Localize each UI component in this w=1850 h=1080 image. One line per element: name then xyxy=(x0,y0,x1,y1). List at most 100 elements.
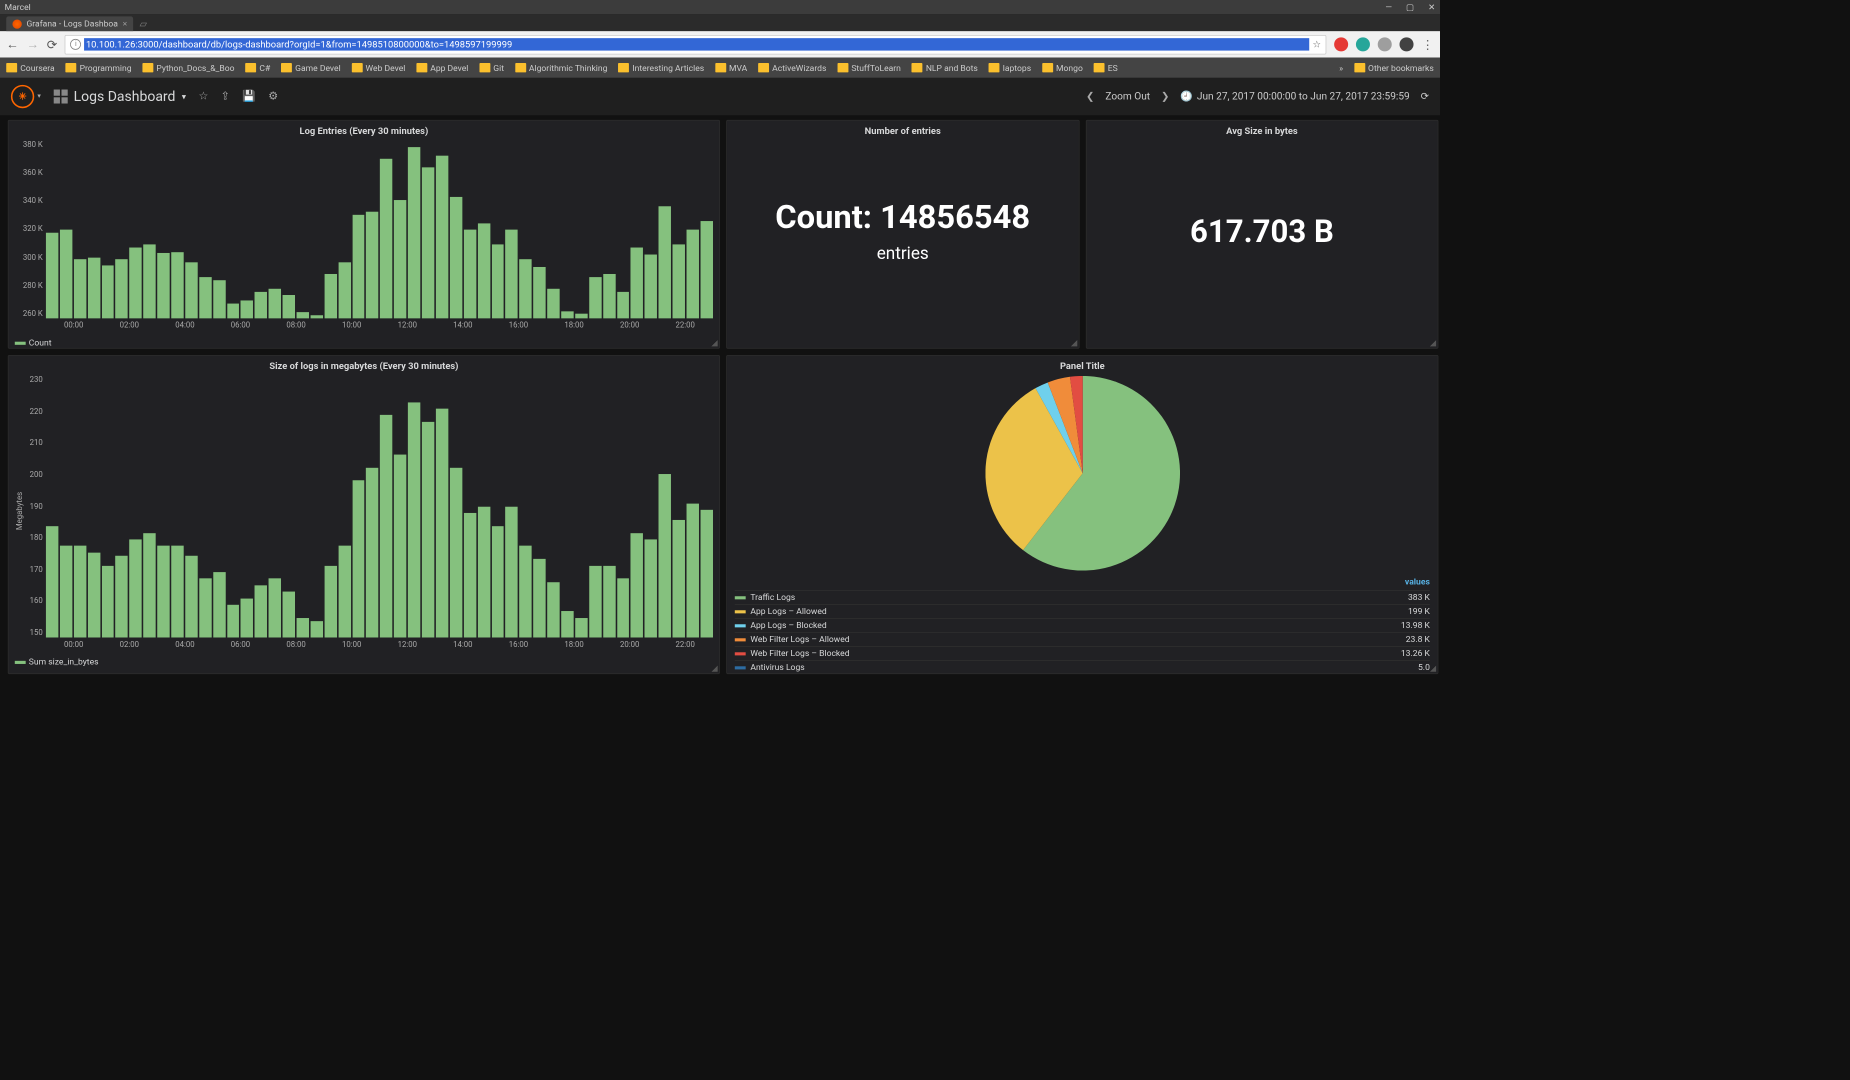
panel-size-of-logs[interactable]: Size of logs in megabytes (Every 30 minu… xyxy=(8,355,720,674)
bookmark-item[interactable]: Algorithmic Thinking xyxy=(515,63,607,73)
bookmark-item[interactable]: NLP and Bots xyxy=(912,63,978,73)
bar xyxy=(74,259,86,318)
pie-legend-row[interactable]: Traffic Logs383 K xyxy=(735,590,1430,604)
folder-icon xyxy=(6,63,17,72)
settings-button[interactable]: ⚙ xyxy=(268,90,278,102)
close-tab-icon[interactable]: × xyxy=(123,19,128,29)
resize-handle[interactable] xyxy=(1430,340,1436,346)
extension-icon[interactable] xyxy=(1334,37,1348,51)
bookmark-item[interactable]: MVA xyxy=(715,63,747,73)
grafana-favicon-icon xyxy=(12,19,21,28)
grafana-logo-icon[interactable]: ✳ xyxy=(11,85,34,108)
bookmark-item[interactable]: Game Devel xyxy=(281,63,340,73)
forward-button[interactable]: → xyxy=(26,37,38,53)
window-minimize-button[interactable]: — xyxy=(1385,2,1392,12)
bookmark-item[interactable]: Coursera xyxy=(6,63,54,73)
browser-tab[interactable]: Grafana - Logs Dashboa × xyxy=(6,16,133,31)
bar xyxy=(519,546,531,638)
stats-row: Number of entries Count: 14856548 entrie… xyxy=(726,120,1438,349)
bookmark-item[interactable]: Python_Docs_&_Boo xyxy=(142,63,234,73)
save-dashboard-button[interactable]: 💾 xyxy=(242,90,256,102)
bar xyxy=(199,579,211,638)
bar xyxy=(297,312,309,318)
pie-legend-row[interactable]: Web Filter Logs – Allowed23.8 K xyxy=(735,632,1430,646)
star-dashboard-button[interactable]: ☆ xyxy=(198,90,208,102)
folder-icon xyxy=(1042,63,1053,72)
bookmark-item[interactable]: StuffToLearn xyxy=(837,63,901,73)
bar xyxy=(687,503,699,637)
time-range-picker[interactable]: 🕘 Jun 27, 2017 00:00:00 to Jun 27, 2017 … xyxy=(1180,91,1409,103)
folder-icon xyxy=(66,63,77,72)
back-button[interactable]: ← xyxy=(6,37,18,53)
url-bar[interactable]: i 10.100.1.26:3000/dashboard/db/logs-das… xyxy=(65,35,1326,54)
bookmark-item[interactable]: ES xyxy=(1094,63,1118,73)
extension-icon[interactable] xyxy=(1400,37,1414,51)
bookmark-star-icon[interactable]: ☆ xyxy=(1313,39,1321,50)
dashboard-body: Log Entries (Every 30 minutes) 380 K360 … xyxy=(0,115,1440,679)
extension-icon[interactable] xyxy=(1356,37,1370,51)
zoom-out-button[interactable]: Zoom Out xyxy=(1105,91,1150,103)
dashboard-picker[interactable]: Logs Dashboard ▾ xyxy=(53,88,186,104)
bar xyxy=(547,582,559,638)
panel-pie[interactable]: Panel Title values Traffic Logs383 KApp … xyxy=(726,355,1438,674)
window-close-button[interactable]: ✕ xyxy=(1428,2,1435,12)
bookmark-item[interactable]: Mongo xyxy=(1042,63,1083,73)
bookmark-item[interactable]: C# xyxy=(245,63,270,73)
resize-handle[interactable] xyxy=(711,666,717,672)
bookmarks-overflow[interactable]: » xyxy=(1339,63,1343,73)
bar xyxy=(450,197,462,318)
bookmark-item[interactable]: Interesting Articles xyxy=(618,63,704,73)
bar xyxy=(46,526,58,637)
panel-log-entries[interactable]: Log Entries (Every 30 minutes) 380 K360 … xyxy=(8,120,720,349)
reload-button[interactable]: ⟳ xyxy=(47,37,57,52)
pie-legend-row[interactable]: Antivirus Logs5.0 xyxy=(735,660,1430,674)
bookmark-item[interactable]: App Devel xyxy=(416,63,468,73)
bookmark-item[interactable]: Web Devel xyxy=(352,63,406,73)
browser-menu-button[interactable]: ⋮ xyxy=(1421,37,1433,52)
bar xyxy=(102,566,114,638)
legend-name: Antivirus Logs xyxy=(750,662,804,672)
singlestat-value: Count: 14856548 xyxy=(775,198,1030,236)
panel-title: Log Entries (Every 30 minutes) xyxy=(9,125,720,136)
pie-legend-row[interactable]: App Logs – Blocked13.98 K xyxy=(735,618,1430,632)
bookmark-item[interactable]: ActiveWizards xyxy=(758,63,826,73)
time-range-text: Jun 27, 2017 00:00:00 to Jun 27, 2017 23… xyxy=(1197,91,1410,103)
bookmark-item[interactable]: Programming xyxy=(66,63,132,73)
bar xyxy=(617,579,629,638)
panel-title: Size of logs in megabytes (Every 30 minu… xyxy=(9,360,720,371)
bar xyxy=(129,247,141,318)
bar xyxy=(673,520,685,638)
bar xyxy=(241,301,253,319)
grafana-menu-dropdown[interactable]: ▾ xyxy=(37,93,41,101)
panel-avg-size[interactable]: Avg Size in bytes 617.703 B xyxy=(1085,120,1438,349)
other-bookmarks[interactable]: Other bookmarks xyxy=(1354,63,1434,73)
bookmark-item[interactable]: Git xyxy=(479,63,504,73)
bookmark-item[interactable]: laptops xyxy=(989,63,1031,73)
extension-icon[interactable] xyxy=(1378,37,1392,51)
bar xyxy=(408,402,420,637)
share-dashboard-button[interactable]: ⇪ xyxy=(221,90,230,102)
dashboard-name: Logs Dashboard xyxy=(74,88,176,104)
time-back-button[interactable]: ❮ xyxy=(1086,91,1094,103)
resize-handle[interactable] xyxy=(1430,666,1436,672)
resize-handle[interactable] xyxy=(711,340,717,346)
pie-legend-header: values xyxy=(735,577,1430,587)
panel-number-of-entries[interactable]: Number of entries Count: 14856548 entrie… xyxy=(726,120,1079,349)
bar xyxy=(659,206,671,318)
new-tab-button[interactable]: ▱ xyxy=(133,17,153,31)
bar xyxy=(297,618,309,638)
window-maximize-button[interactable]: ▢ xyxy=(1406,2,1414,12)
bar xyxy=(227,605,239,638)
time-forward-button[interactable]: ❯ xyxy=(1161,91,1169,103)
bar xyxy=(366,468,378,638)
refresh-button[interactable]: ⟳ xyxy=(1421,91,1429,103)
legend-value: 199 K xyxy=(1408,606,1430,616)
resize-handle[interactable] xyxy=(1071,340,1077,346)
pie-legend-row[interactable]: Web Filter Logs – Blocked13.26 K xyxy=(735,646,1430,660)
site-info-icon[interactable]: i xyxy=(70,39,81,50)
folder-icon xyxy=(715,63,726,72)
legend-swatch xyxy=(735,666,746,669)
bar xyxy=(74,546,86,638)
bar xyxy=(422,422,434,638)
pie-legend-row[interactable]: App Logs – Allowed199 K xyxy=(735,604,1430,618)
